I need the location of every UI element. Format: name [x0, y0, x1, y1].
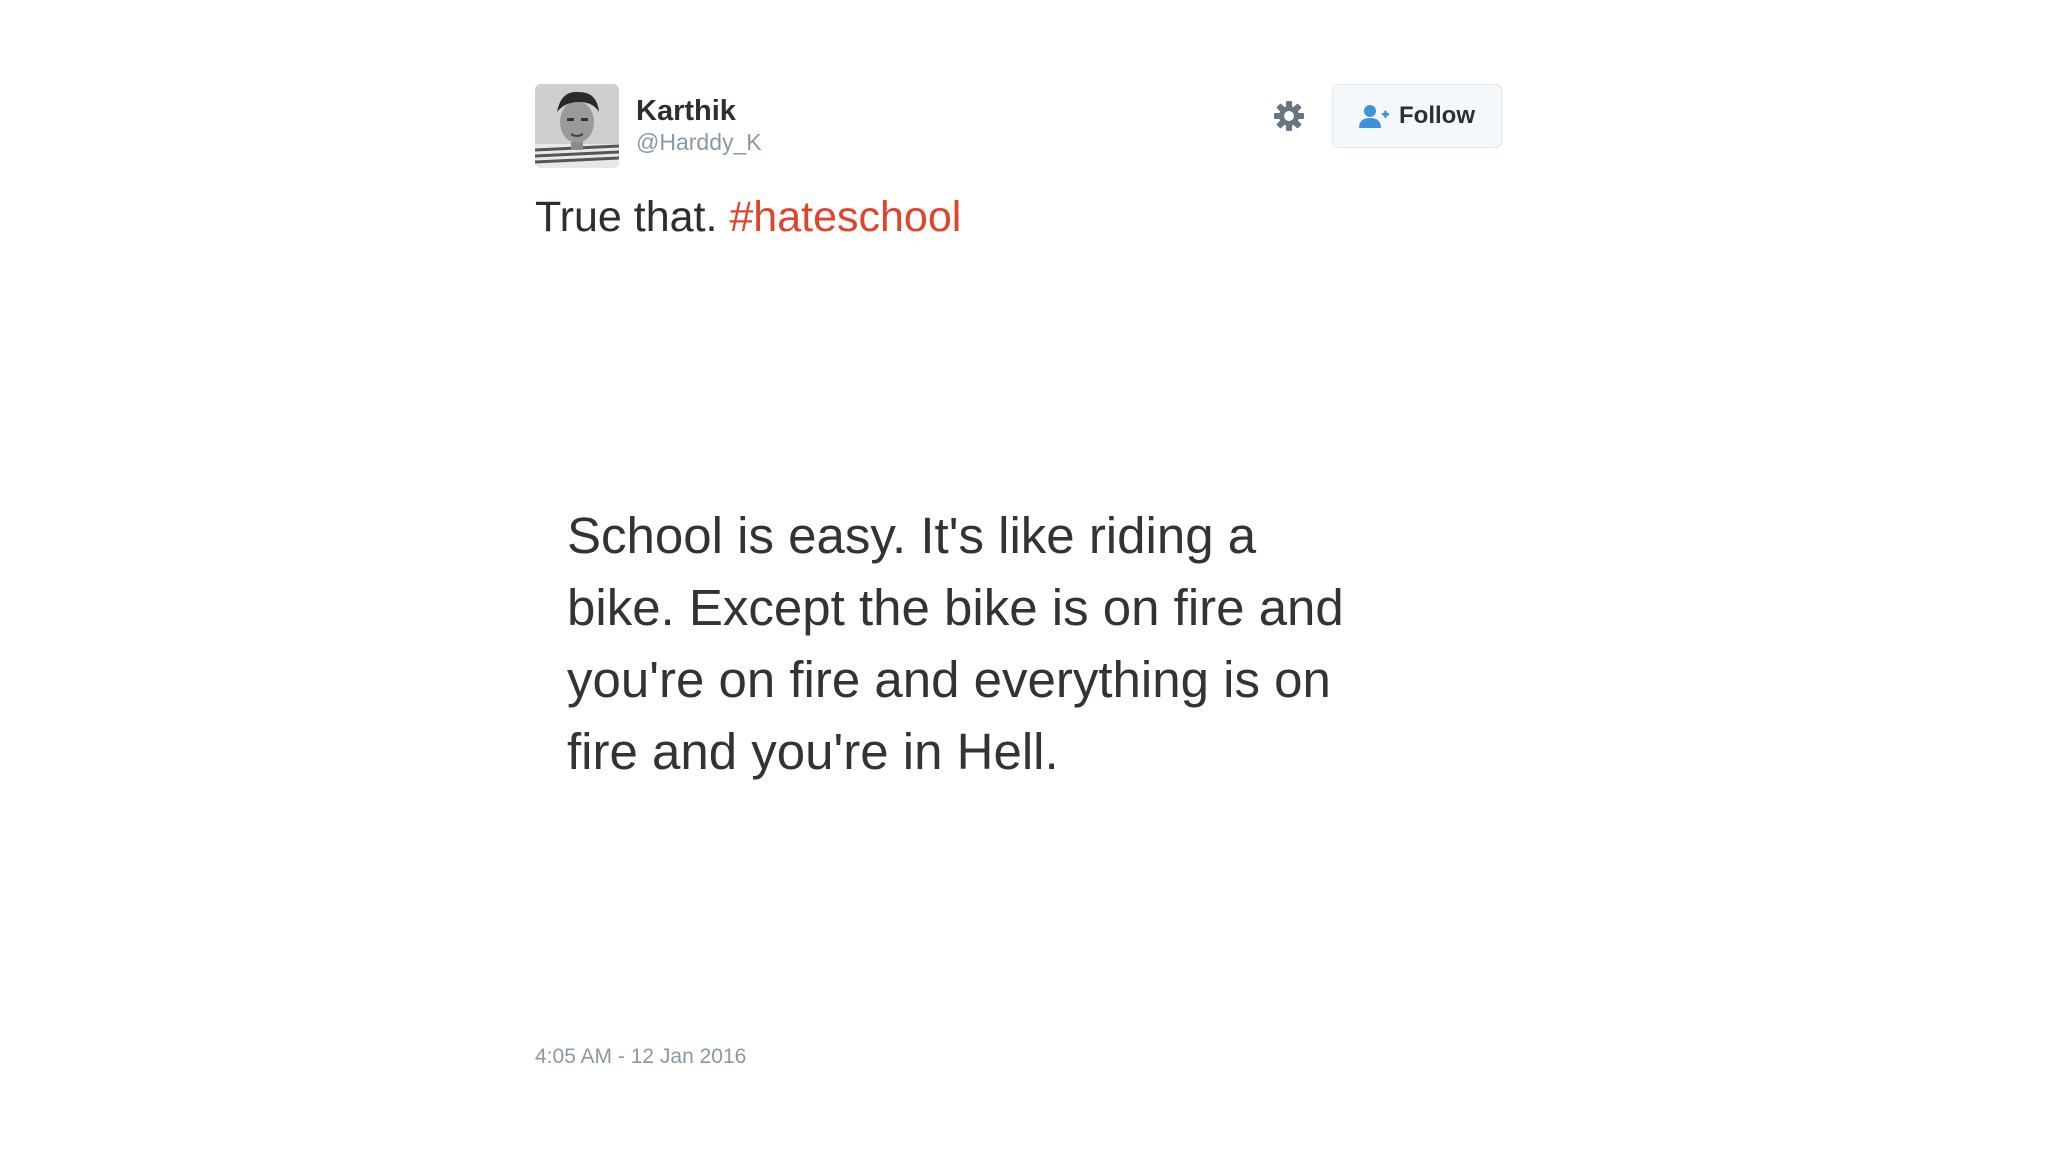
- image-quote-text: School is easy. It's like riding a bike.…: [567, 507, 1344, 780]
- author-names: Karthik @Harddy_K: [636, 94, 762, 156]
- hashtag-link[interactable]: #hateschool: [729, 193, 961, 241]
- follow-label: Follow: [1399, 102, 1475, 129]
- tweet-body: True that.: [535, 193, 730, 241]
- tweet-timestamp[interactable]: 4:05 AM - 12 Jan 2016: [535, 1045, 746, 1069]
- follow-button[interactable]: Follow: [1332, 84, 1502, 148]
- user-handle[interactable]: @Harddy_K: [636, 128, 762, 156]
- display-name[interactable]: Karthik: [636, 94, 762, 128]
- attached-image[interactable]: School is easy. It's like riding a bike.…: [535, 480, 1395, 880]
- tweet-text: True that. #hateschool: [535, 192, 961, 242]
- add-person-icon: [1359, 105, 1389, 128]
- avatar[interactable]: [535, 84, 619, 168]
- tweet-card: Karthik @Harddy_K Follow True that. #hat…: [535, 80, 1505, 1080]
- gear-icon[interactable]: [1272, 99, 1306, 133]
- avatar-photo: [535, 84, 619, 168]
